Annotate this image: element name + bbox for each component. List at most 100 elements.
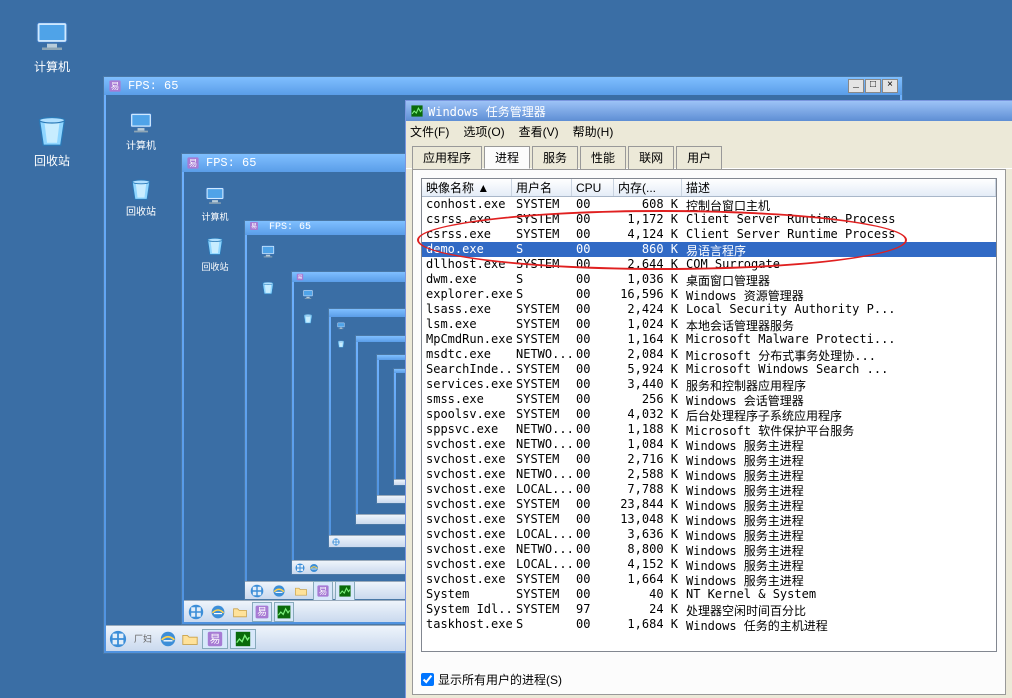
mini-computer-1[interactable]: 计算机 <box>120 109 162 152</box>
process-listview[interactable]: 映像名称 ▲ 用户名 CPU 内存(... 描述 conhost.exeSYST… <box>421 178 997 652</box>
table-row[interactable]: dwm.exeS001,036 K桌面窗口管理器 <box>422 272 996 287</box>
taskmgr-menubar: 文件(F) 选项(O) 查看(V) 帮助(H) <box>406 121 1012 141</box>
recycle-icon <box>32 110 72 148</box>
tab-users[interactable]: 用户 <box>676 146 722 169</box>
listview-body[interactable]: conhost.exeSYSTEM00608 K控制台窗口主机csrss.exe… <box>422 197 996 632</box>
computer-icon <box>201 182 229 208</box>
taskmgr-icon[interactable] <box>335 581 355 601</box>
table-row[interactable]: SystemSYSTEM0040 KNT Kernel & System <box>422 587 996 602</box>
e-icon <box>296 273 304 281</box>
e-icon <box>108 79 122 93</box>
show-all-users-checkbox-row: 显示所有用户的进程(S) <box>421 671 562 688</box>
desktop-icon-recycle[interactable]: 回收站 <box>20 110 84 169</box>
recycle-icon <box>127 175 155 201</box>
computer-icon <box>259 243 277 259</box>
mini-recycle-3[interactable] <box>253 279 283 297</box>
table-row[interactable]: spoolsv.exeSYSTEM004,032 K后台处理程序子系统应用程序 <box>422 407 996 422</box>
table-row[interactable]: taskhost.exeS001,684 KWindows 任务的主机进程 <box>422 617 996 632</box>
listview-header: 映像名称 ▲ 用户名 CPU 内存(... 描述 <box>422 179 996 197</box>
menu-view[interactable]: 查看(V) <box>519 123 559 140</box>
table-row[interactable]: dllhost.exeSYSTEM002,644 KCOM Surrogate <box>422 257 996 272</box>
folder-icon[interactable] <box>230 602 250 622</box>
col-desc[interactable]: 描述 <box>682 179 996 196</box>
mini-recycle-2[interactable]: 回收站 <box>194 232 236 273</box>
table-row[interactable]: lsass.exeSYSTEM002,424 KLocal Security A… <box>422 302 996 317</box>
minimize-button[interactable]: _ <box>848 79 864 93</box>
tab-apps[interactable]: 应用程序 <box>412 146 482 169</box>
show-all-users-checkbox[interactable] <box>421 673 434 686</box>
fps-titlebar[interactable]: FPS: 65 _ □ × <box>104 77 902 95</box>
taskmgr-icon[interactable] <box>230 629 256 649</box>
computer-icon <box>32 16 72 54</box>
table-row[interactable]: SearchInde...SYSTEM005,924 KMicrosoft Wi… <box>422 362 996 377</box>
col-user[interactable]: 用户名 <box>512 179 572 196</box>
table-row[interactable]: demo.exeS00860 K易语言程序 <box>422 242 996 257</box>
table-row[interactable]: conhost.exeSYSTEM00608 K控制台窗口主机 <box>422 197 996 212</box>
taskmgr-titlebar[interactable]: Windows 任务管理器 <box>406 101 1012 121</box>
table-row[interactable]: svchost.exeNETWO...002,588 KWindows 服务主进… <box>422 467 996 482</box>
start-icon[interactable] <box>186 602 206 622</box>
ie-icon[interactable] <box>158 629 178 649</box>
start-icon[interactable] <box>108 629 128 649</box>
desktop-icon-label: 回收站 <box>20 152 84 169</box>
table-row[interactable]: smss.exeSYSTEM00256 KWindows 会话管理器 <box>422 392 996 407</box>
col-cpu[interactable]: CPU <box>572 179 614 196</box>
fps-title: FPS: 65 <box>128 77 178 95</box>
tab-perf[interactable]: 性能 <box>580 146 626 169</box>
e-icon <box>186 156 200 170</box>
tab-processes[interactable]: 进程 <box>484 146 530 169</box>
show-all-users-label: 显示所有用户的进程(S) <box>438 671 562 688</box>
close-button[interactable]: × <box>882 79 898 93</box>
table-row[interactable]: svchost.exeSYSTEM002,716 KWindows 服务主进程 <box>422 452 996 467</box>
taskmgr-icon[interactable] <box>274 602 294 622</box>
desktop-icon-label: 计算机 <box>20 58 84 75</box>
table-row[interactable]: svchost.exeLOCAL...007,788 KWindows 服务主进… <box>422 482 996 497</box>
table-row[interactable]: lsm.exeSYSTEM001,024 K本地会话管理器服务 <box>422 317 996 332</box>
table-row[interactable]: services.exeSYSTEM003,440 K服务和控制器应用程序 <box>422 377 996 392</box>
table-row[interactable]: csrss.exeSYSTEM004,124 KClient Server Ru… <box>422 227 996 242</box>
e-icon[interactable] <box>202 629 228 649</box>
table-row[interactable]: svchost.exeSYSTEM001,664 KWindows 服务主进程 <box>422 572 996 587</box>
taskmgr-tabpane: 映像名称 ▲ 用户名 CPU 内存(... 描述 conhost.exeSYST… <box>412 169 1006 695</box>
table-row[interactable]: explorer.exeS0016,596 KWindows 资源管理器 <box>422 287 996 302</box>
table-row[interactable]: svchost.exeLOCAL...003,636 KWindows 服务主进… <box>422 527 996 542</box>
window-controls: _ □ × <box>847 79 898 93</box>
taskmgr-icon <box>410 104 424 118</box>
maximize-button[interactable]: □ <box>865 79 881 93</box>
ie-icon[interactable] <box>208 602 228 622</box>
tab-services[interactable]: 服务 <box>532 146 578 169</box>
col-mem[interactable]: 内存(... <box>614 179 682 196</box>
menu-help[interactable]: 帮助(H) <box>573 123 614 140</box>
tab-net[interactable]: 联网 <box>628 146 674 169</box>
folder-icon[interactable] <box>291 581 311 601</box>
task-manager-window[interactable]: Windows 任务管理器 文件(F) 选项(O) 查看(V) 帮助(H) 应用… <box>405 100 1012 698</box>
table-row[interactable]: svchost.exeSYSTEM0023,844 KWindows 服务主进程 <box>422 497 996 512</box>
mini-recycle-1[interactable]: 回收站 <box>120 175 162 218</box>
col-image[interactable]: 映像名称 ▲ <box>422 179 512 196</box>
table-row[interactable]: csrss.exeSYSTEM001,172 KClient Server Ru… <box>422 212 996 227</box>
table-row[interactable]: svchost.exeNETWO...008,800 KWindows 服务主进… <box>422 542 996 557</box>
taskmgr-title: Windows 任务管理器 <box>428 103 546 120</box>
table-row[interactable]: msdtc.exeNETWO...002,084 KMicrosoft 分布式事… <box>422 347 996 362</box>
table-row[interactable]: MpCmdRun.exeSYSTEM001,164 KMicrosoft Mal… <box>422 332 996 347</box>
menu-file[interactable]: 文件(F) <box>410 123 449 140</box>
mini-computer-3[interactable] <box>253 243 283 261</box>
start-icon[interactable] <box>247 581 267 601</box>
recycle-icon <box>201 232 229 258</box>
e-icon[interactable] <box>313 581 333 601</box>
e-icon[interactable] <box>252 602 272 622</box>
search-box[interactable]: 厂妇 <box>130 629 156 649</box>
ie-icon[interactable] <box>269 581 289 601</box>
menu-options[interactable]: 选项(O) <box>463 123 504 140</box>
e-icon <box>249 221 263 235</box>
taskmgr-tabs: 应用程序 进程 服务 性能 联网 用户 <box>406 141 1012 169</box>
table-row[interactable]: svchost.exeSYSTEM0013,048 KWindows 服务主进程 <box>422 512 996 527</box>
table-row[interactable]: svchost.exeNETWO...001,084 KWindows 服务主进… <box>422 437 996 452</box>
table-row[interactable]: System Idl...SYSTEM9724 K处理器空闲时间百分比 <box>422 602 996 617</box>
table-row[interactable]: svchost.exeLOCAL...004,152 KWindows 服务主进… <box>422 557 996 572</box>
table-row[interactable]: sppsvc.exeNETWO...001,188 KMicrosoft 软件保… <box>422 422 996 437</box>
desktop-icon-computer[interactable]: 计算机 <box>20 16 84 75</box>
mini-computer-2[interactable]: 计算机 <box>194 182 236 223</box>
folder-icon[interactable] <box>180 629 200 649</box>
computer-icon <box>127 109 155 135</box>
